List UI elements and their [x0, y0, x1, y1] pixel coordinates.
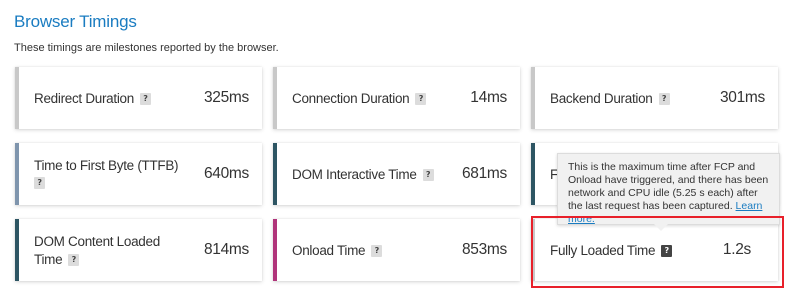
card-ttfb: Time to First Byte (TTFB) ? 640ms	[15, 143, 262, 205]
card-onload-time: Onload Time? 853ms	[273, 219, 520, 281]
card-value: 1.2s	[722, 241, 751, 258]
card-label-line2: Time	[34, 252, 63, 267]
help-icon[interactable]: ?	[371, 245, 383, 258]
card-label: Redirect Duration	[34, 91, 134, 106]
help-icon[interactable]: ?	[139, 93, 151, 106]
card-connection-duration: Connection Duration? 14ms	[273, 67, 520, 129]
help-icon[interactable]: ?	[658, 93, 670, 106]
section-title: Browser Timings	[14, 12, 137, 31]
card-value: 325ms	[203, 89, 249, 106]
card-label: Backend Duration	[550, 91, 653, 106]
card-value: 14ms	[470, 89, 507, 106]
card-label: Onload Time	[292, 243, 366, 258]
card-value: 814ms	[203, 241, 249, 258]
card-value: 640ms	[203, 165, 249, 182]
help-icon[interactable]: ?	[661, 245, 673, 258]
card-label: Connection Duration	[292, 91, 410, 106]
help-icon[interactable]: ?	[422, 169, 434, 182]
section-subtitle: These timings are milestones reported by…	[14, 42, 279, 54]
card-label: DOM Interactive Time	[292, 167, 417, 182]
card-backend-duration: Backend Duration? 301ms	[531, 67, 778, 129]
help-icon[interactable]: ?	[68, 254, 80, 267]
help-tooltip: This is the maximum time after FCP and O…	[557, 153, 780, 231]
card-value: 301ms	[719, 89, 765, 106]
card-label: DOM Content Loaded	[34, 234, 160, 249]
card-dom-interactive-time: DOM Interactive Time? 681ms	[273, 143, 520, 205]
card-redirect-duration: Redirect Duration? 325ms	[15, 67, 262, 129]
card-dom-content-loaded-time: DOM Content Loaded Time? 814ms	[15, 219, 262, 281]
help-icon[interactable]: ?	[34, 177, 45, 189]
card-label: Fully Loaded Time	[550, 243, 656, 258]
help-icon[interactable]: ?	[415, 93, 427, 106]
card-value: 681ms	[461, 165, 507, 182]
tooltip-arrow	[654, 224, 668, 231]
card-label: Time to First Byte (TTFB)	[34, 158, 179, 173]
card-value: 853ms	[461, 241, 507, 258]
